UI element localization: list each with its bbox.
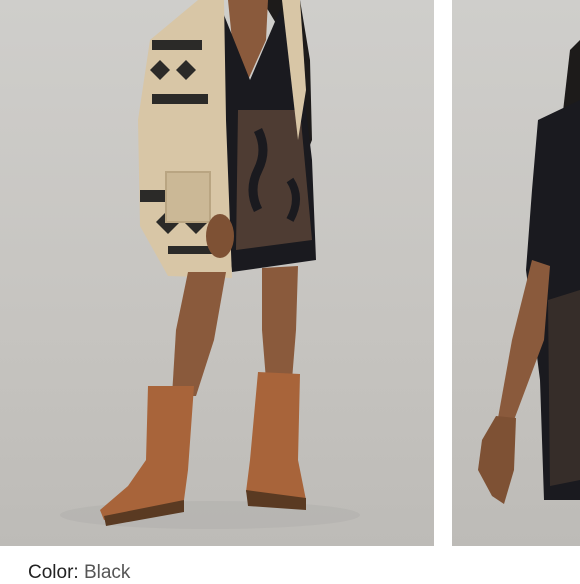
product-image-front[interactable] xyxy=(0,0,434,546)
product-image-side[interactable] xyxy=(452,0,580,546)
product-color-selection: Color: Black xyxy=(28,562,130,584)
product-image-gallery[interactable] xyxy=(0,0,580,546)
model-photo-side xyxy=(478,40,580,504)
model-photo-front xyxy=(60,0,360,529)
